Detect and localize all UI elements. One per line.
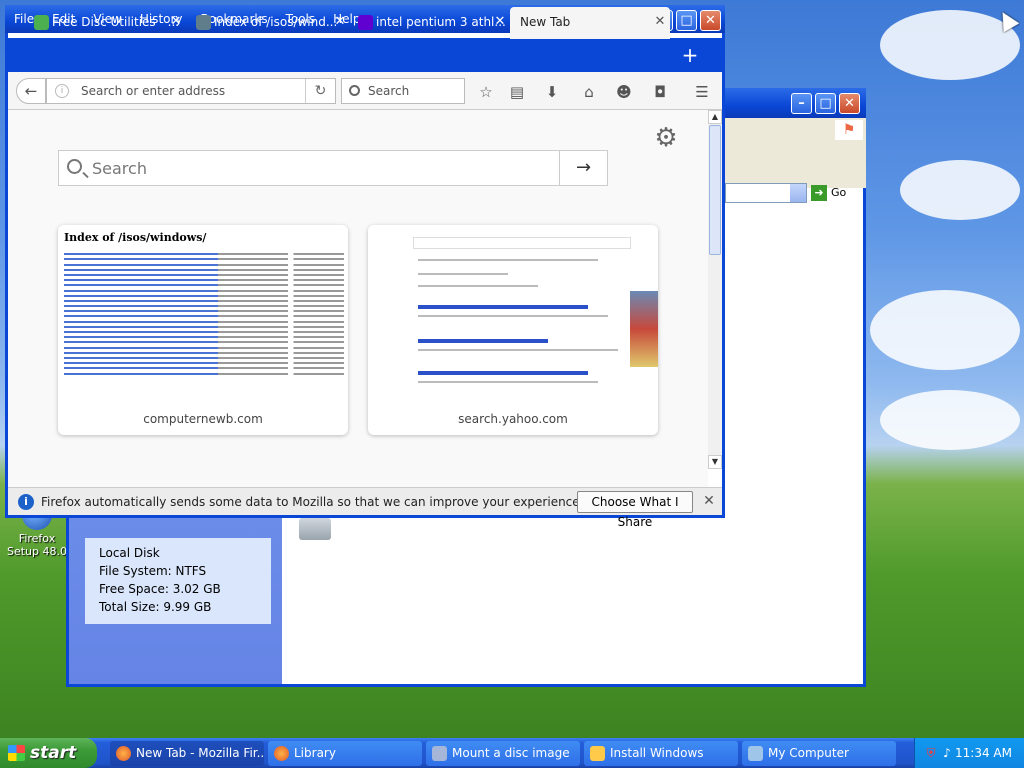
app-icon bbox=[432, 746, 447, 761]
tab-label: Free Disc Utilities - ... bbox=[52, 15, 180, 29]
bookmark-star-icon[interactable]: ☆ bbox=[476, 82, 496, 102]
close-tab-icon[interactable]: ✕ bbox=[650, 7, 670, 37]
search-icon bbox=[67, 159, 82, 174]
firefox-icon bbox=[274, 746, 289, 761]
go-label: Go bbox=[831, 186, 847, 199]
go-button[interactable]: ➜ Go bbox=[811, 183, 867, 203]
taskbar-item-label: Mount a disc image bbox=[452, 746, 570, 760]
tile-site-label: computernewb.com bbox=[143, 412, 263, 426]
close-tab-icon[interactable]: ✕ bbox=[490, 7, 510, 37]
scroll-down-icon[interactable]: ▼ bbox=[708, 455, 722, 469]
tab-label: Index of /isos/wind... bbox=[214, 15, 338, 29]
taskbar-item-my-computer[interactable]: My Computer bbox=[742, 741, 896, 766]
home-icon[interactable]: ⌂ bbox=[579, 82, 599, 102]
pocket-icon[interactable]: ◘ bbox=[650, 82, 670, 102]
firefox-window[interactable]: File Edit View History Bookmarks Tools H… bbox=[5, 5, 725, 529]
firefox-icon bbox=[116, 746, 131, 761]
tab-yahoo-search[interactable]: intel pentium 3 athl... ✕ bbox=[332, 7, 510, 39]
yahoo-icon bbox=[358, 15, 373, 30]
tab-label: intel pentium 3 athl... bbox=[376, 15, 506, 29]
thumbnail-title: Index of /isos/windows/ bbox=[64, 231, 207, 244]
speaker-icon[interactable]: ♪ bbox=[939, 745, 955, 761]
start-label: start bbox=[30, 743, 77, 763]
taskbar-item-new-tab[interactable]: New Tab - Mozilla Fir... bbox=[110, 741, 264, 766]
globe-icon bbox=[34, 15, 49, 30]
tab-strip bbox=[8, 38, 722, 72]
free-space: Free Space: 3.02 GB bbox=[99, 582, 221, 596]
close-icon[interactable]: ✕ bbox=[701, 493, 717, 509]
newtab-search-input[interactable]: Search → bbox=[58, 150, 608, 186]
start-button[interactable]: start bbox=[0, 738, 97, 768]
details-panel: Local Disk File System: NTFS Free Space:… bbox=[85, 538, 271, 624]
cd-drive-icon[interactable] bbox=[299, 518, 331, 540]
hello-icon[interactable]: ☻ bbox=[614, 82, 634, 102]
security-alert-icon[interactable]: ⛨ bbox=[923, 745, 939, 761]
url-placeholder: Search or enter address bbox=[81, 84, 226, 98]
bookmarks-list-icon[interactable]: ▤ bbox=[507, 82, 527, 102]
taskbar-item-label: Install Windows bbox=[610, 746, 704, 760]
tab-new-tab[interactable]: New Tab ✕ bbox=[510, 7, 670, 39]
desktop-icon-label: Firefox Setup 48.0 bbox=[6, 532, 67, 558]
file-system: File System: NTFS bbox=[99, 564, 207, 578]
taskbar: start New Tab - Mozilla Fir... Library M… bbox=[0, 738, 1024, 768]
taskbar-item-install-windows[interactable]: Install Windows bbox=[584, 741, 738, 766]
back-arrow-icon[interactable]: ← bbox=[16, 78, 46, 104]
search-bar[interactable]: Search bbox=[341, 78, 465, 104]
scroll-thumb[interactable] bbox=[709, 125, 721, 255]
info-icon: i bbox=[18, 494, 34, 510]
taskbar-item-mount-disc[interactable]: Mount a disc image bbox=[426, 741, 580, 766]
dropdown-arrow-icon[interactable] bbox=[790, 184, 806, 202]
notification-bar: i Firefox automatically sends some data … bbox=[8, 487, 722, 529]
close-button[interactable]: ✕ bbox=[839, 93, 860, 114]
windows-flag-icon: ⚑ bbox=[835, 120, 863, 140]
taskbar-item-label: New Tab - Mozilla Fir... bbox=[136, 746, 264, 760]
total-size: Total Size: 9.99 GB bbox=[99, 600, 212, 614]
tab-label: New Tab bbox=[520, 15, 571, 29]
address-combo[interactable] bbox=[725, 183, 807, 203]
info-icon[interactable]: i bbox=[55, 84, 69, 98]
taskbar-item-label: Library bbox=[294, 746, 336, 760]
clock[interactable]: 11:34 AM bbox=[955, 738, 1012, 768]
top-site-tile-computernewb[interactable]: Index of /isos/windows/ computernewb.com bbox=[58, 225, 348, 435]
newtab-search-placeholder: Search bbox=[92, 159, 147, 178]
nav-toolbar: ← i Search or enter address ↻ Search ☆ ▤… bbox=[8, 72, 722, 110]
vertical-scrollbar[interactable]: ▲ ▼ bbox=[708, 110, 722, 469]
taskbar-item-label: My Computer bbox=[768, 746, 849, 760]
choose-what-i-share-button[interactable]: Choose What I Share bbox=[577, 491, 693, 529]
minimize-button[interactable]: – bbox=[791, 93, 812, 114]
app-icon bbox=[590, 746, 605, 761]
gear-icon[interactable]: ⚙ bbox=[652, 124, 680, 152]
search-placeholder: Search bbox=[368, 84, 410, 98]
maximize-button[interactable]: □ bbox=[815, 93, 836, 114]
maximize-button[interactable]: □ bbox=[676, 10, 697, 31]
computer-icon bbox=[748, 746, 763, 761]
new-tab-page: ⚙ Search → Index of /isos/windows/ compu… bbox=[8, 110, 708, 487]
hamburger-menu-icon[interactable]: ☰ bbox=[692, 82, 712, 102]
search-go-arrow-icon[interactable]: → bbox=[559, 151, 607, 185]
system-tray: ⛨ ♪ 11:34 AM bbox=[914, 738, 1024, 768]
tile-thumbnail: Index of /isos/windows/ bbox=[58, 225, 348, 403]
url-bar[interactable]: i Search or enter address ↻ bbox=[46, 78, 336, 104]
close-button[interactable]: ✕ bbox=[700, 10, 721, 31]
search-icon bbox=[349, 85, 360, 96]
downloads-icon[interactable]: ⬇ bbox=[542, 82, 562, 102]
tile-thumbnail bbox=[368, 225, 658, 403]
new-tab-plus-icon[interactable]: + bbox=[676, 41, 704, 69]
go-arrow-icon: ➜ bbox=[811, 185, 827, 201]
taskbar-item-library[interactable]: Library bbox=[268, 741, 422, 766]
tab-index-isos[interactable]: Index of /isos/wind... ✕ bbox=[170, 7, 350, 39]
reload-icon[interactable]: ↻ bbox=[305, 79, 335, 103]
scroll-up-icon[interactable]: ▲ bbox=[708, 110, 722, 124]
tile-site-label: search.yahoo.com bbox=[458, 412, 568, 426]
page-icon bbox=[196, 15, 211, 30]
windows-logo-icon bbox=[8, 745, 25, 761]
notification-message: Firefox automatically sends some data to… bbox=[41, 495, 584, 509]
thumbnail-listing bbox=[64, 250, 344, 378]
tab-free-disc-utilities[interactable]: Free Disc Utilities - ... ✕ bbox=[8, 7, 186, 39]
top-site-tile-yahoo[interactable]: search.yahoo.com bbox=[368, 225, 658, 435]
drive-type: Local Disk bbox=[99, 546, 160, 560]
